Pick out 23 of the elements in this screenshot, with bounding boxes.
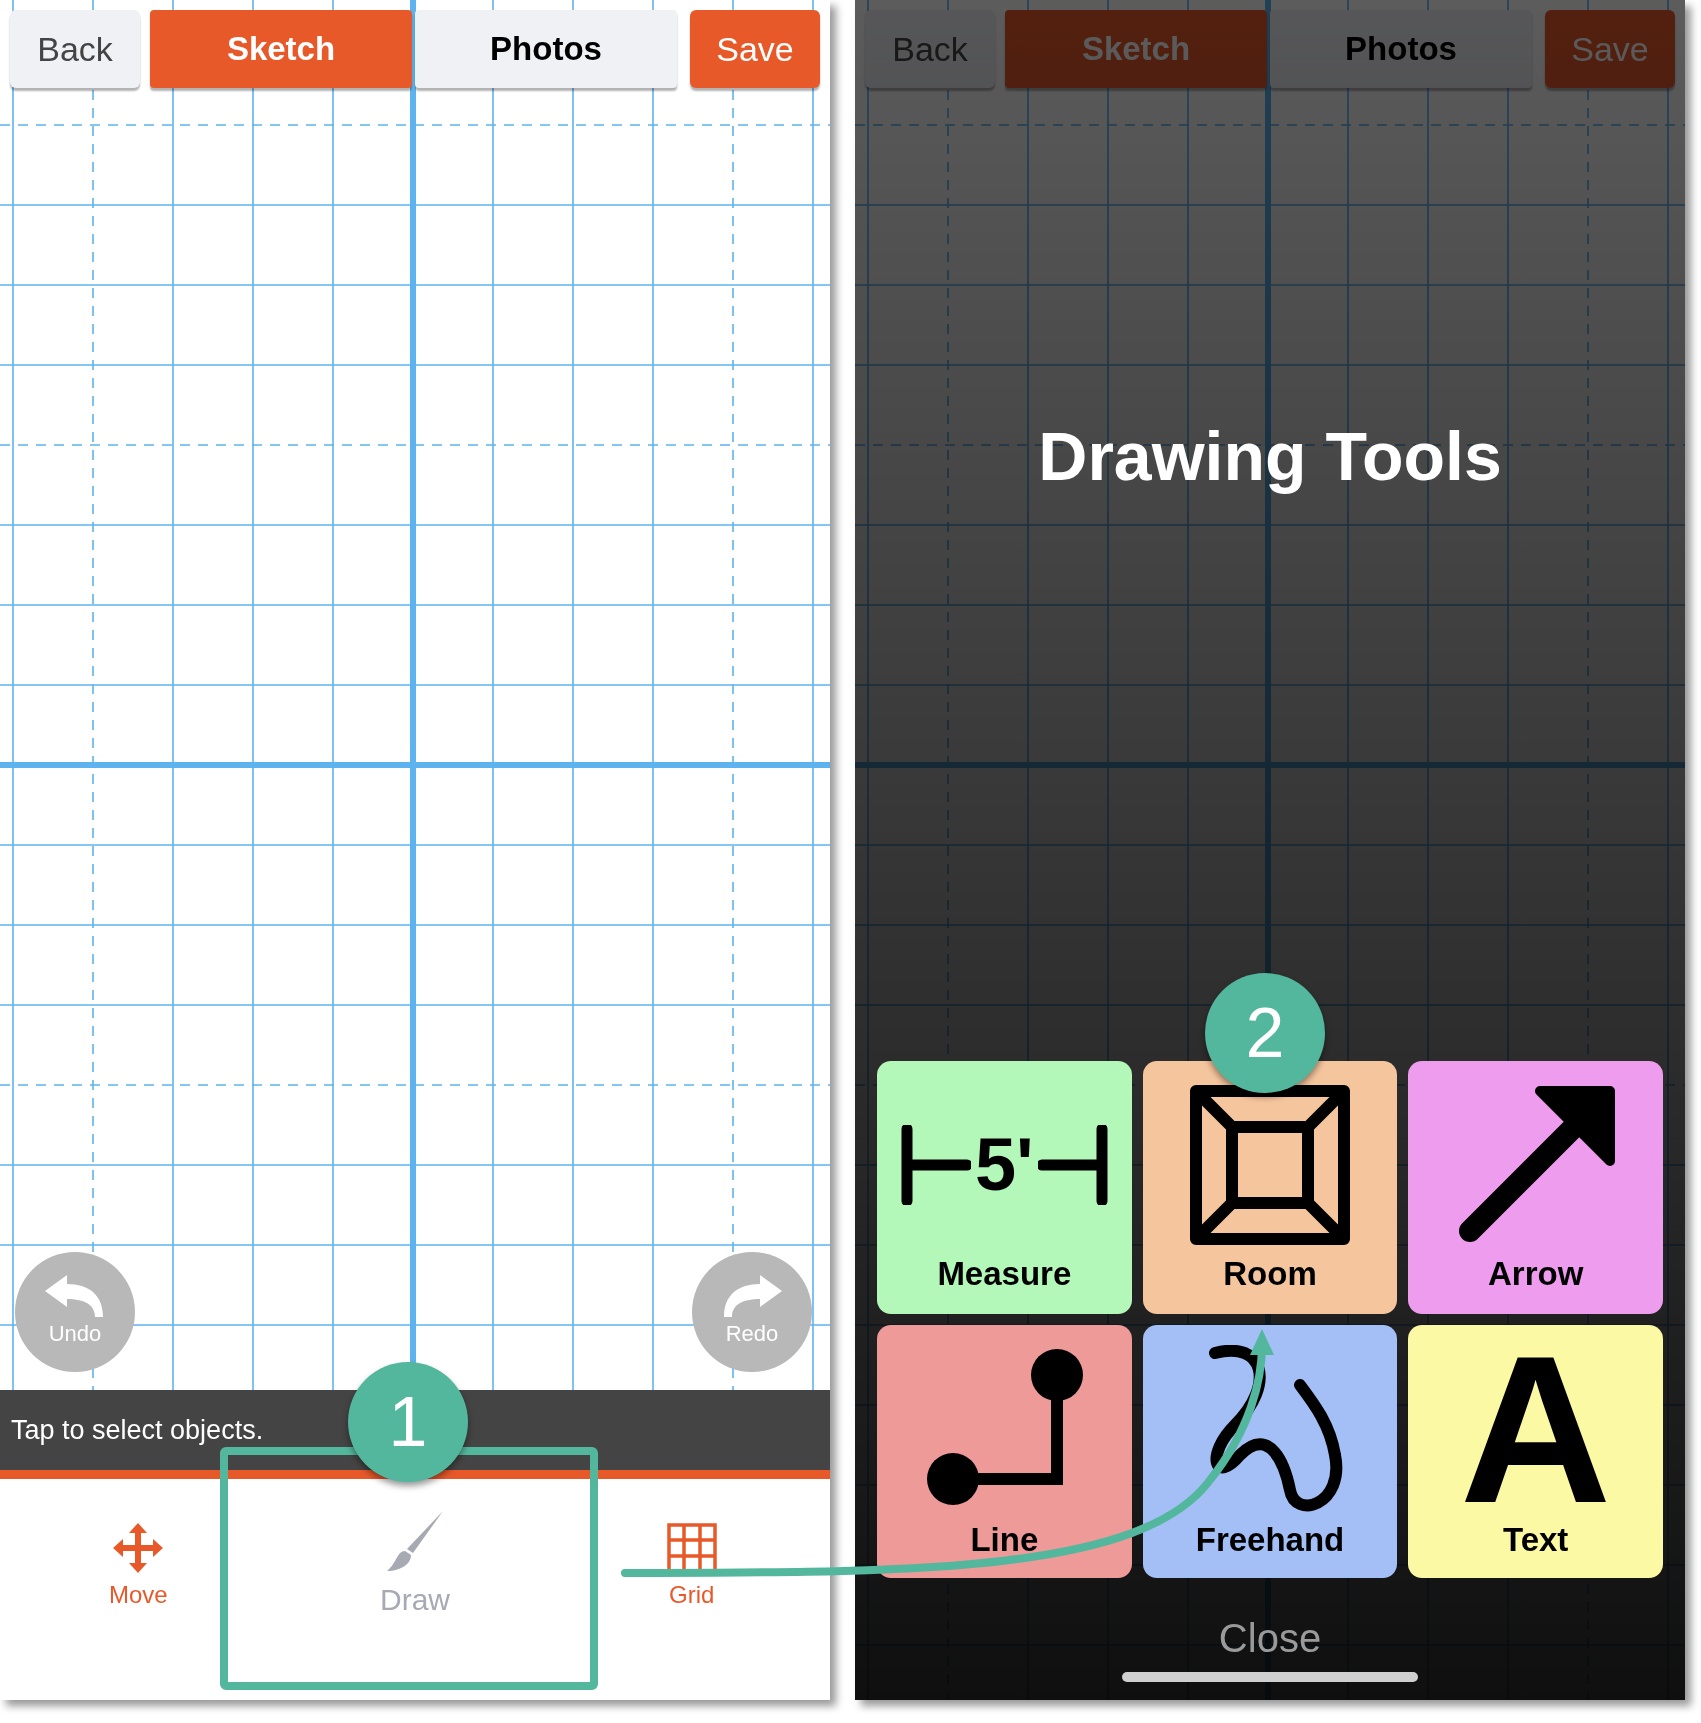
tool-tile[interactable]: AText [1408, 1325, 1663, 1578]
dialog-title: Drawing Tools [1038, 417, 1502, 496]
move-arrows-icon [113, 1523, 164, 1573]
toolbar-button[interactable]: Grid [553, 1479, 830, 1700]
tool-tile[interactable]: Arrow [1408, 1061, 1663, 1314]
tool-tile[interactable]: Line [877, 1325, 1132, 1578]
redo-arrow-icon [722, 1274, 782, 1317]
tool-tile[interactable]: Room [1142, 1061, 1398, 1314]
tab[interactable]: Photos [415, 10, 677, 88]
right-bracket-icon [1037, 1124, 1108, 1205]
back-button[interactable]: Back [10, 10, 140, 88]
letter-glyph: A [1459, 1345, 1612, 1515]
toolbar-button[interactable]: Move [0, 1479, 277, 1700]
save-button[interactable]: Save [690, 10, 820, 88]
hint-text: Tap to select objects. [11, 1413, 264, 1447]
undo-arrow-icon [45, 1274, 105, 1317]
tool-tile[interactable]: 5' Measure [877, 1061, 1132, 1314]
tab[interactable]: Sketch [150, 10, 412, 88]
tool-tile[interactable]: Freehand [1142, 1325, 1398, 1578]
measure-glyph: 5' [974, 1127, 1034, 1202]
left-bracket-icon [900, 1124, 971, 1205]
room-icon [1190, 1084, 1350, 1245]
close-button[interactable]: Close [1218, 1608, 1322, 1668]
